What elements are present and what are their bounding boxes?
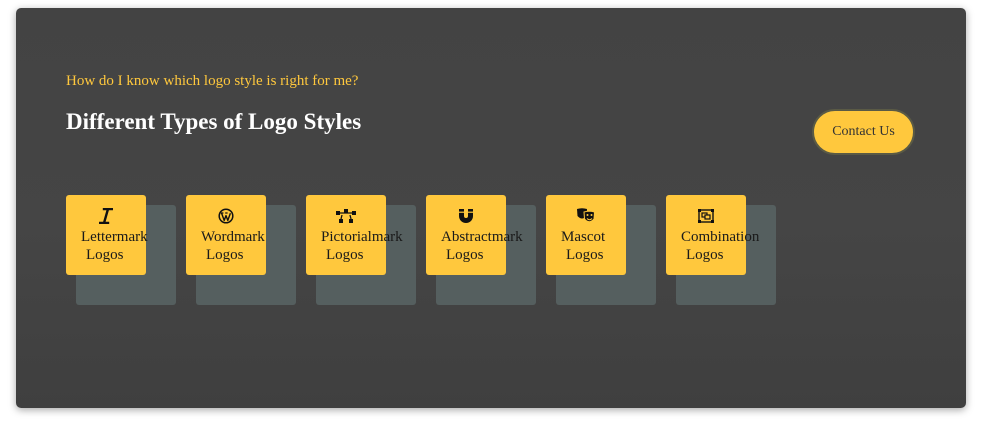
card-label-line2: Logos <box>566 247 604 263</box>
card-label-line2: Logos <box>206 247 244 263</box>
card-label: Mascot Logos <box>561 228 605 264</box>
card-wordmark[interactable]: Wordmark Logos <box>186 195 296 305</box>
card-label-line1: Lettermark <box>81 229 148 245</box>
card-mascot[interactable]: Mascot Logos <box>546 195 656 305</box>
card-label-line2: Logos <box>686 247 724 263</box>
card-face: Wordmark Logos <box>186 195 266 275</box>
card-label-line1: Mascot <box>561 229 606 245</box>
contact-us-button[interactable]: Contact Us <box>812 109 915 155</box>
card-label-line2: Logos <box>326 247 364 263</box>
card-face: Abstractmark Logos <box>426 195 523 275</box>
magnet-icon <box>456 208 476 224</box>
card-label-line1: Pictorialmark <box>321 229 403 245</box>
card-label-line1: Abstractmark <box>441 229 523 245</box>
card-label: Pictorialmark Logos <box>321 228 403 264</box>
wordpress-icon <box>216 208 236 224</box>
card-face: Lettermark Logos <box>66 195 148 275</box>
card-label-line1: Wordmark <box>201 229 265 245</box>
card-face: Pictorialmark Logos <box>306 195 403 275</box>
card-label: Wordmark Logos <box>201 228 265 264</box>
card-label: Abstractmark Logos <box>441 228 523 264</box>
card-combination[interactable]: Combination Logos <box>666 195 776 305</box>
card-label-line2: Logos <box>86 247 124 263</box>
card-pictorialmark[interactable]: Pictorialmark Logos <box>306 195 416 305</box>
card-face: Mascot Logos <box>546 195 626 275</box>
object-group-icon <box>696 208 716 224</box>
theater-masks-icon <box>576 208 596 224</box>
eyebrow-question: How do I know which logo style is right … <box>66 73 359 89</box>
italic-text-icon <box>96 208 116 224</box>
card-face: Combination Logos <box>666 195 759 275</box>
page-title: Different Types of Logo Styles <box>66 109 362 134</box>
vector-nodes-icon <box>336 208 356 224</box>
card-label-line2: Logos <box>446 247 484 263</box>
card-abstractmark[interactable]: Abstractmark Logos <box>426 195 536 305</box>
card-lettermark[interactable]: Lettermark Logos <box>66 195 176 305</box>
card-label: Combination Logos <box>681 228 759 264</box>
card-label: Lettermark Logos <box>81 228 148 264</box>
hero-panel: How do I know which logo style is right … <box>16 8 966 408</box>
card-label-line1: Combination <box>681 229 760 245</box>
